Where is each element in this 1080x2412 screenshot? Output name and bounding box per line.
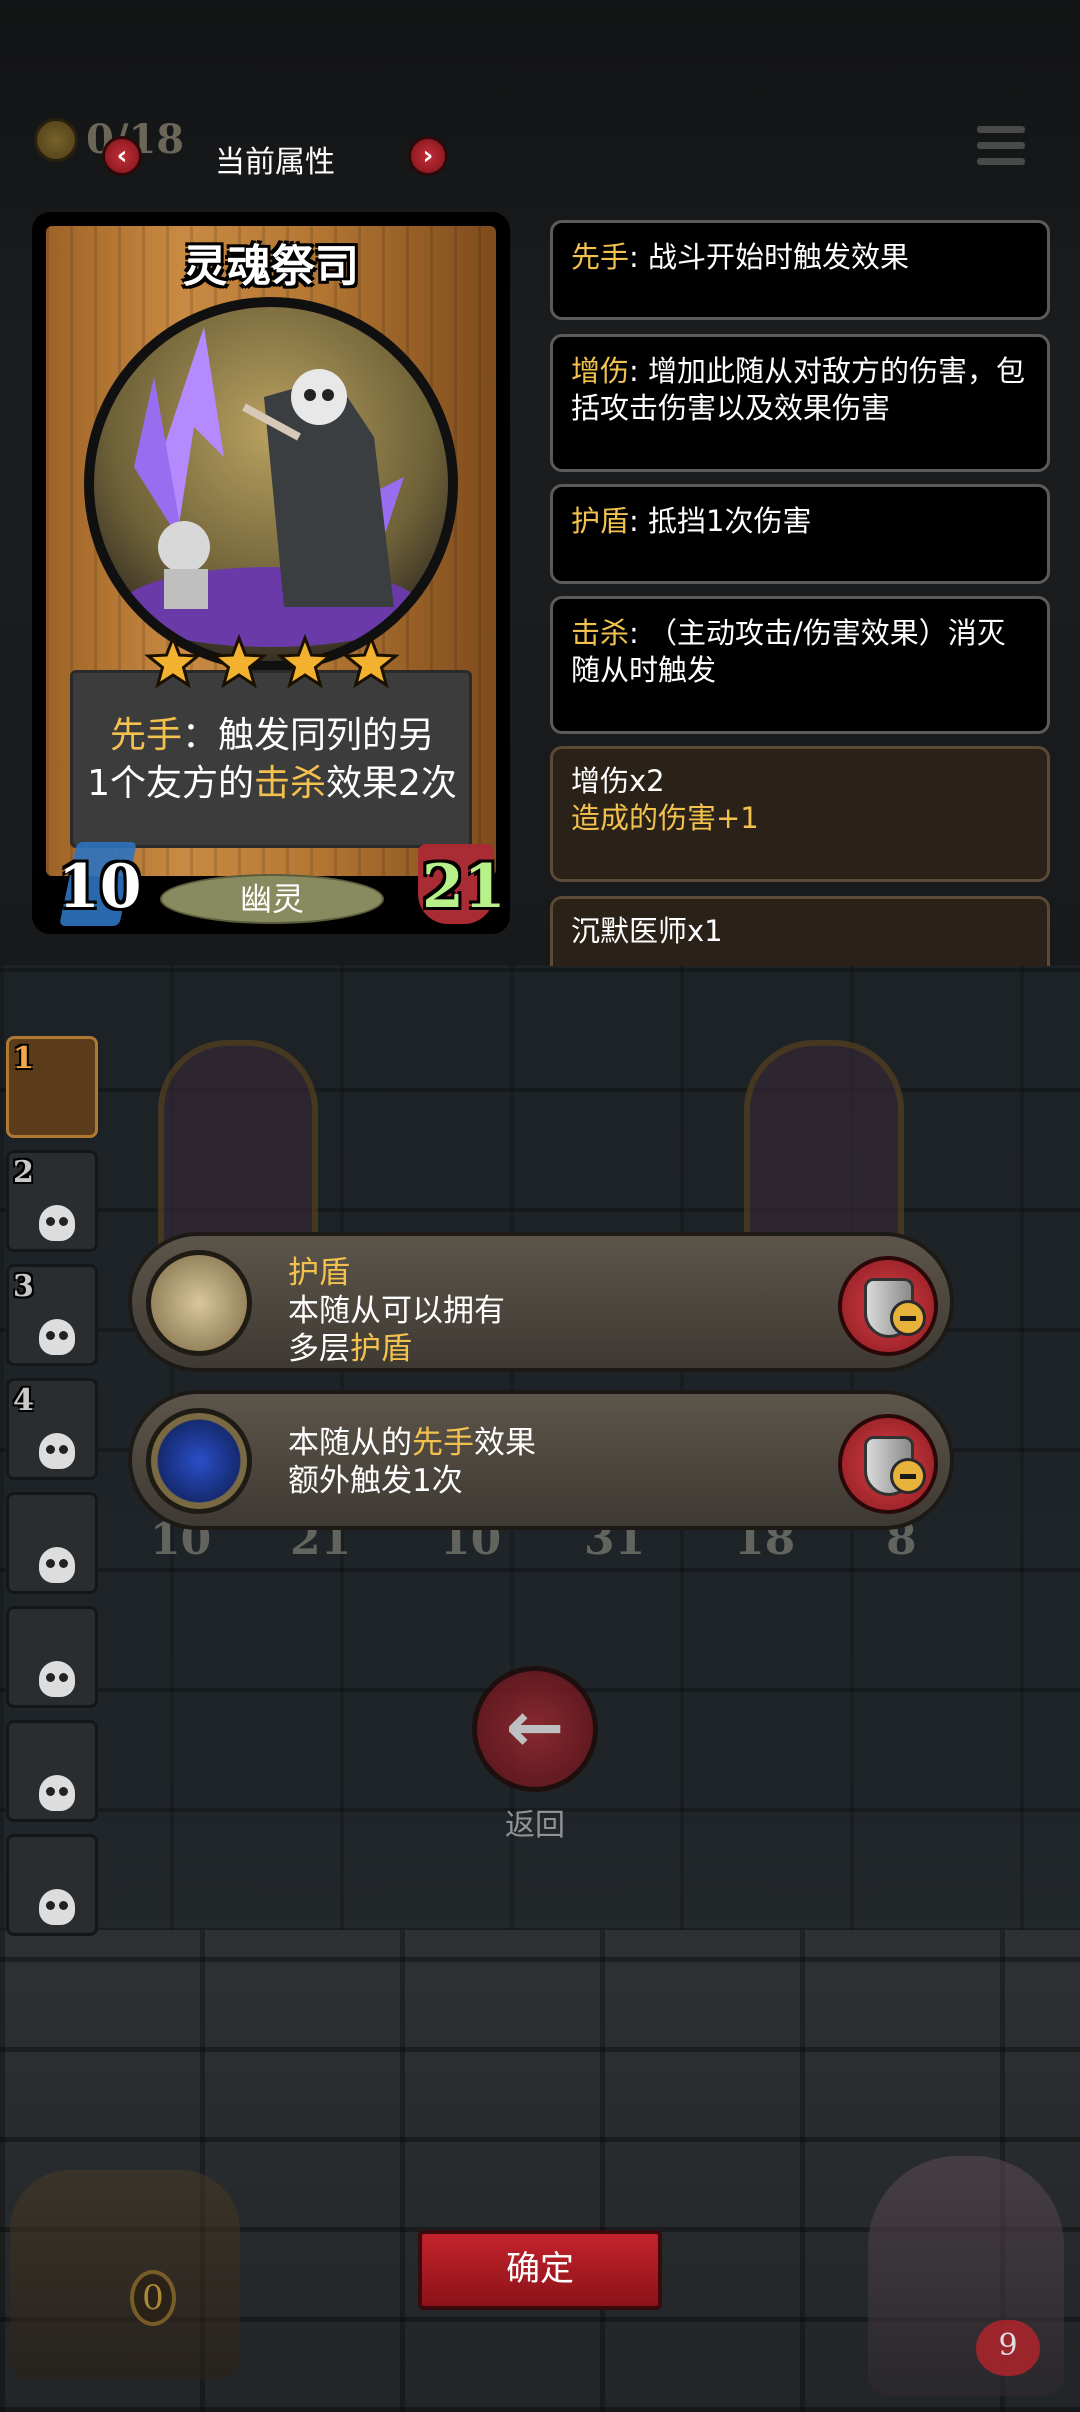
header-title: 当前属性 (215, 145, 335, 180)
team-slot[interactable]: 3 (6, 1264, 98, 1366)
portrait-illustration (121, 327, 421, 647)
mirror-medal-icon (146, 1250, 252, 1356)
keyword-panel[interactable]: 先手: 战斗开始时触发效果 增伤: 增加此随从对敌方的伤害，包括攻击伤害以及效果… (548, 216, 1054, 966)
ability-line1: ：触发同列的另 (182, 715, 435, 756)
back-arrow-icon[interactable]: ← (472, 1666, 598, 1792)
coin-icon (34, 118, 78, 162)
star-icon (210, 633, 268, 689)
keyword-entry: 先手: 战斗开始时触发效果 (550, 220, 1050, 320)
remove-enchant-button[interactable] (838, 1256, 938, 1356)
ability-text: 先手：触发同列的另 1个友方的击杀效果2次 (82, 712, 462, 808)
team-slot[interactable]: 4 (6, 1378, 98, 1480)
hero-health: 9 (976, 2320, 1040, 2376)
prev-arrow-button[interactable]: ‹ (102, 136, 142, 176)
keyword-entry: 击杀: （主动攻击/伤害效果）消灭随从时触发 (550, 596, 1050, 734)
team-slot[interactable] (6, 1834, 98, 1936)
skull-icon (39, 1319, 75, 1355)
skull-icon (39, 1547, 75, 1583)
board-minion (158, 1040, 318, 1260)
skull-icon (39, 1775, 75, 1811)
remove-enchant-button[interactable] (838, 1414, 938, 1514)
minus-icon (890, 1300, 926, 1336)
minion-card: 灵魂祭司 先手：触发同列的另 1个友方的击杀效果2次 10 21 幽灵 (32, 212, 510, 934)
minus-icon (890, 1458, 926, 1494)
star-icon (342, 633, 400, 689)
orb-medal-icon (146, 1408, 252, 1514)
skull-icon (39, 1661, 75, 1697)
skull-icon (39, 1433, 75, 1469)
keyword-jisha: 击杀 (253, 763, 326, 804)
team-slot[interactable]: 2 (6, 1150, 98, 1252)
menu-icon[interactable] (977, 126, 1025, 174)
team-slot[interactable]: 1 (6, 1036, 98, 1138)
ability-line2-pre: 1个友方的 (87, 763, 254, 804)
enchant-row: 本随从的先手效果 额外触发1次 (128, 1390, 954, 1530)
card-portrait (84, 297, 458, 671)
skull-icon (39, 1889, 75, 1925)
enchant-text: 本随从的先手效果 额外触发1次 (288, 1425, 536, 1499)
chest-count: 0 (130, 2270, 176, 2326)
star-rating (140, 633, 404, 694)
board-minion (744, 1040, 904, 1260)
ability-line2-post: 效果2次 (326, 763, 457, 804)
star-icon (276, 633, 334, 689)
minion-type: 幽灵 (160, 874, 384, 924)
keyword-entry: 增伤: 增加此随从对敌方的伤害，包括攻击伤害以及效果伤害 (550, 334, 1050, 472)
card-name: 灵魂祭司 (183, 241, 359, 292)
attack-value: 10 (58, 852, 142, 922)
health-value: 21 (422, 852, 506, 922)
keyword-entry: 护盾: 抵挡1次伤害 (550, 484, 1050, 584)
buff-title: 沉默医师x1 (571, 914, 723, 948)
enchant-text: 护盾 本随从可以拥有 多层护盾 (288, 1255, 505, 1367)
buff-sub: 造成的伤害+1 (571, 801, 759, 835)
star-icon (144, 633, 202, 689)
team-slot[interactable] (6, 1606, 98, 1708)
stars-svg (144, 633, 400, 689)
buff-title: 增伤x2 (571, 764, 665, 798)
enchant-row: 护盾 本随从可以拥有 多层护盾 (128, 1232, 954, 1372)
team-slot[interactable] (6, 1492, 98, 1594)
shop-chest[interactable] (10, 2170, 240, 2380)
buff-entry: 增伤x2 造成的伤害+1 (550, 746, 1050, 882)
buff-entry: 沉默医师x1 (550, 896, 1050, 966)
keyword-xianshou: 先手 (109, 715, 182, 756)
team-sidebar: 1 2 3 4 (0, 1028, 104, 1958)
next-arrow-button[interactable]: › (408, 136, 448, 176)
confirm-button[interactable]: 确定 (418, 2230, 662, 2310)
skull-icon (39, 1205, 75, 1241)
team-slot[interactable] (6, 1720, 98, 1822)
back-label[interactable]: 返回 (472, 1800, 598, 1844)
